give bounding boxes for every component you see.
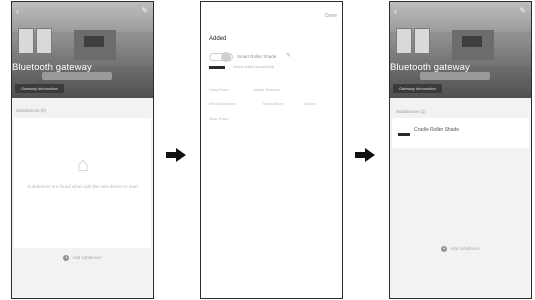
gateway-info-button[interactable]: Gateway Information <box>393 84 442 93</box>
device-status-bar <box>209 66 225 69</box>
empty-message: Subdevices are found when add the new de… <box>27 184 138 189</box>
back-chevron-icon[interactable]: ‹ <box>16 7 19 16</box>
add-subdevice-label: Add subdevice <box>450 246 480 251</box>
hero-table <box>42 72 112 80</box>
device-name: Smart Roller Shade <box>237 54 277 59</box>
add-subdevice-button[interactable]: + Add subdevice <box>390 244 531 254</box>
subdevice-card[interactable]: Cradle Roller Shade <box>392 118 529 148</box>
device-toggle-knob <box>221 52 231 62</box>
room-option[interactable]: Second Bedroom <box>209 102 236 106</box>
gateway-info-button[interactable]: Gateway Information <box>15 84 64 93</box>
room-option[interactable]: Dining Room <box>263 102 283 106</box>
phone-screen-adding: Done Added Smart Roller Shade ✎ Device a… <box>200 1 343 299</box>
empty-box-icon: ⌂ <box>76 154 90 176</box>
plus-circle-icon: + <box>63 254 70 261</box>
hero-window <box>414 28 430 54</box>
added-device-row: Smart Roller Shade ✎ Device added succes… <box>209 52 334 74</box>
right-arrow-icon <box>166 148 186 162</box>
room-option[interactable]: Study Room <box>209 117 228 121</box>
gateway-title: Bluetooth gateway <box>12 62 92 73</box>
gateway-title: Bluetooth gateway <box>390 62 470 73</box>
edit-pencil-icon[interactable]: ✎ <box>286 52 291 59</box>
edit-pencil-icon[interactable]: ✎ <box>141 7 148 15</box>
gateway-hero-image: ‹ ✎ Bluetooth gateway Gateway Informatio… <box>12 2 153 98</box>
add-subdevice-button[interactable]: + Add subdevice <box>12 253 153 263</box>
hero-window <box>18 28 34 54</box>
phone-screen-after: ‹ ✎ Bluetooth gateway Gateway Informatio… <box>389 1 532 299</box>
plus-circle-icon: + <box>441 245 448 252</box>
device-subtext: Device added successfully <box>233 65 275 69</box>
room-option[interactable]: Kitchen <box>304 102 316 106</box>
subdevice-name: Cradle Roller Shade <box>414 127 460 133</box>
done-button[interactable]: Done <box>325 13 337 19</box>
edit-pencil-icon[interactable]: ✎ <box>519 7 526 15</box>
hero-window <box>36 28 52 54</box>
empty-subdevice-card: ⌂ Subdevices are found when add the new … <box>14 118 151 248</box>
subdevices-label: Subdevices (1) <box>396 109 427 114</box>
room-option[interactable]: Living Room <box>209 88 228 92</box>
hero-tv <box>84 36 104 47</box>
phone-screen-before: ‹ ✎ Bluetooth gateway Gateway Informatio… <box>11 1 154 299</box>
room-option[interactable]: Master Bedroom <box>254 88 280 92</box>
back-chevron-icon[interactable]: ‹ <box>394 7 397 16</box>
subdevices-label: Subdevices (0) <box>16 108 47 113</box>
device-status-bar <box>398 133 410 136</box>
hero-table <box>420 72 490 80</box>
gateway-hero-image: ‹ ✎ Bluetooth gateway Gateway Informatio… <box>390 2 531 98</box>
added-heading: Added <box>209 36 227 42</box>
hero-tv <box>462 36 482 47</box>
hero-window <box>396 28 412 54</box>
add-subdevice-label: Add subdevice <box>72 255 102 260</box>
right-arrow-icon <box>355 148 375 162</box>
